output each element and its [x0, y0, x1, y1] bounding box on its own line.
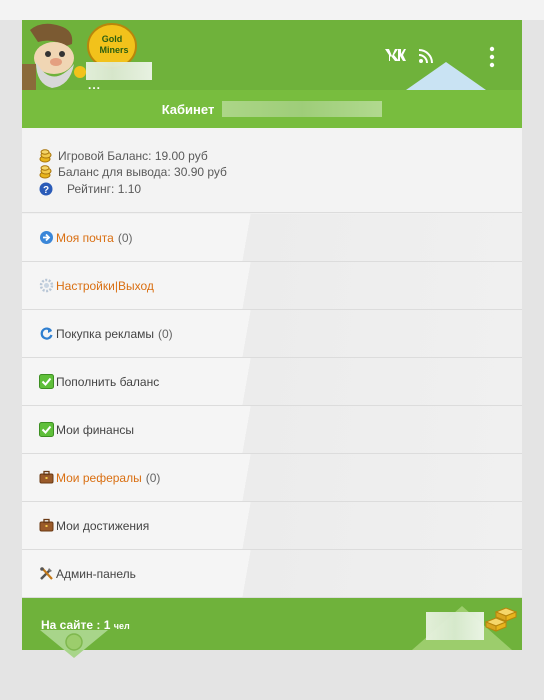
svg-text:?: ?: [43, 185, 49, 196]
header: Gold Miners ...: [22, 20, 522, 90]
browser-top-strip: [0, 0, 544, 20]
menu-item-mail-label[interactable]: Моя почта: [56, 231, 114, 245]
menu-item-buy-ads[interactable]: Покупка рекламы (0): [22, 310, 522, 358]
menu-item-buy-ads-label[interactable]: Покупка рекламы: [56, 327, 154, 341]
menu-item-finances-label[interactable]: Мои финансы: [56, 423, 134, 437]
briefcase-icon: [39, 470, 54, 485]
logo-text-miners: Miners: [99, 45, 128, 55]
balance-stats: Игровой Баланс: 19.00 руб Баланс для выв…: [22, 128, 522, 213]
briefcase-icon: [39, 518, 54, 533]
menu-item-achievements[interactable]: Мои достижения: [22, 502, 522, 550]
rating-stat: ? Рейтинг: 1.10: [39, 182, 141, 196]
menu-item-admin-label[interactable]: Админ-панель: [56, 567, 136, 581]
menu-item-finances[interactable]: Мои финансы: [22, 406, 522, 454]
settings-icon: [39, 278, 54, 293]
header-decoration-triangle: [406, 62, 486, 90]
rss-icon[interactable]: [418, 48, 434, 64]
footer-redacted: [426, 612, 484, 640]
menu-item-referrals[interactable]: Мои рефералы (0): [22, 454, 522, 502]
menu-item-referrals-count: (0): [145, 470, 161, 485]
arrow-circle-icon: [39, 230, 54, 245]
menu-item-referrals-label[interactable]: Мои рефералы: [56, 471, 142, 485]
more-menu-icon[interactable]: [488, 46, 496, 68]
cabinet-username-redacted: [222, 101, 383, 117]
cabinet-title-bar: Кабинет: [22, 90, 522, 128]
gold-bars-icon: [484, 607, 518, 632]
online-counter-unit: чел: [113, 621, 130, 631]
menu-item-settings-label[interactable]: Настройки|Выход: [56, 279, 154, 293]
menu-item-top-up-label[interactable]: Пополнить баланс: [56, 375, 159, 389]
cabinet-panel: Gold Miners ... Кабинет Игровой Баланс: …: [22, 20, 522, 650]
cabinet-title: Кабинет: [161, 101, 215, 117]
menu-item-top-up[interactable]: Пополнить баланс: [22, 358, 522, 406]
rating-text: Рейтинг: 1.10: [67, 182, 142, 196]
vk-icon[interactable]: [384, 48, 406, 67]
coins-icon: [39, 165, 53, 179]
game-balance-text: Игровой Баланс: 19.00 руб: [58, 149, 208, 163]
withdraw-balance-stat: Баланс для вывода: 30.90 руб: [39, 165, 227, 179]
menu-item-mail-count: (0): [117, 230, 133, 245]
tools-icon: [39, 566, 54, 581]
menu-item-settings[interactable]: Настройки|Выход: [22, 262, 522, 310]
menu-item-admin[interactable]: Админ-панель: [22, 550, 522, 598]
rating-icon: ?: [39, 182, 53, 196]
menu-item-achievements-label[interactable]: Мои достижения: [56, 519, 149, 533]
menu-item-buy-ads-count: (0): [158, 326, 173, 341]
refresh-icon: [39, 326, 54, 341]
footer-tab-triangle[interactable]: [40, 630, 108, 660]
withdraw-balance-text: Баланс для вывода: 30.90 руб: [58, 165, 227, 179]
game-balance-stat: Игровой Баланс: 19.00 руб: [39, 149, 208, 163]
username-ellipsis: ...: [88, 78, 102, 90]
check-icon: [39, 374, 54, 389]
menu-item-mail[interactable]: Моя почта (0): [22, 214, 522, 262]
coins-icon: [39, 149, 53, 163]
logo-text-gold: Gold: [102, 34, 123, 44]
check-icon: [39, 422, 54, 437]
